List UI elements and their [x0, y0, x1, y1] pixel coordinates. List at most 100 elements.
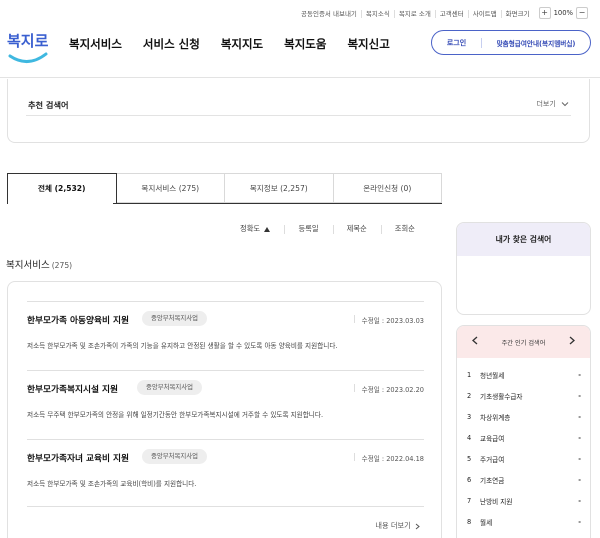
main-nav: 복지서비스 서비스 신청 복지지도 복지도움 복지신고 [69, 36, 411, 52]
result-badge: 중앙부처복지사업 [137, 380, 203, 395]
chevron-down-icon [561, 102, 569, 107]
rank-number: 5 [467, 455, 472, 463]
utility-bar: 공동인증서 내보내기 복지소식 복지로 소개 고객센터 사이트맵 화면크기 + … [292, 6, 588, 20]
utility-link-about[interactable]: 복지로 소개 [393, 8, 431, 18]
recommended-search-panel: 추천 검색어 더보기 [7, 79, 590, 143]
rank-change: - [578, 434, 581, 442]
sort-registered-date[interactable]: 등록일 [284, 224, 319, 234]
rank-change: - [578, 392, 581, 400]
sort-views[interactable]: 조회순 [380, 224, 415, 234]
rank-number: 1 [467, 371, 472, 379]
tab-active-mask [8, 202, 113, 205]
sort-title[interactable]: 제목순 [332, 224, 367, 234]
utility-link-news[interactable]: 복지소식 [360, 8, 390, 18]
rank-number: 2 [467, 392, 472, 400]
popular-search-item[interactable]: 8 월세 - [467, 515, 581, 529]
nav-welfare-help[interactable]: 복지도움 [284, 36, 326, 52]
zoom-out-button[interactable]: − [576, 7, 588, 19]
sort-accuracy-label: 정확도 [240, 224, 261, 233]
result-date: 수정일 : 2023.02.20 [353, 384, 424, 394]
login-button[interactable]: 로그인 [432, 37, 482, 48]
result-badge: 중앙부처복지사업 [142, 311, 208, 326]
rank-change: - [578, 518, 581, 526]
rank-keyword[interactable]: 기초생활수급자 [480, 391, 575, 401]
rank-number: 7 [467, 497, 472, 505]
recommended-divider [26, 115, 571, 116]
section-count: (275) [51, 261, 73, 270]
popular-search-item[interactable]: 1 청년월세 - [467, 368, 581, 382]
rank-keyword[interactable]: 월세 [480, 517, 575, 527]
popular-search-item[interactable]: 5 주거급여 - [467, 452, 581, 466]
result-tabs: 전체 (2,532) 복지서비스 (275) 복지정보 (2,257) 온라인신… [7, 173, 442, 203]
logo-mark: 복지로 [7, 32, 49, 63]
recommended-more-button[interactable]: 더보기 [536, 99, 569, 109]
my-search-panel: 내가 찾은 검색어 [456, 222, 591, 315]
result-badge: 중앙부처복지사업 [142, 449, 208, 464]
chevron-left-icon[interactable] [469, 336, 481, 348]
rank-number: 3 [467, 413, 472, 421]
zoom-value: 100% [553, 9, 573, 17]
zoom-label: 화면크기 [500, 10, 530, 18]
popular-search-panel: 주간 인기 검색어 1 청년월세 - 2 기초생활수급자 - 3 차상위계층 -… [456, 325, 591, 538]
result-title[interactable]: 한부모가족자녀 교육비 지원 [27, 451, 129, 464]
popular-search-item[interactable]: 2 기초생활수급자 - [467, 389, 581, 403]
rank-change: - [578, 497, 581, 505]
rank-keyword[interactable]: 차상위계층 [480, 412, 575, 422]
tab-welfare-info[interactable]: 복지정보 (2,257) [225, 173, 334, 203]
rank-keyword[interactable]: 난방비 지원 [480, 496, 575, 506]
custom-benefit-button[interactable]: 맞춤형급여안내(복지멤버십) [482, 38, 590, 48]
header-action-group: 로그인 맞춤형급여안내(복지멤버십) [431, 30, 591, 55]
popular-search-item[interactable]: 4 교육급여 - [467, 431, 581, 445]
result-description: 저소득 한부모가족 및 조손가족이 가족의 기능을 유지하고 안정된 생활을 할… [27, 342, 338, 350]
my-search-title: 내가 찾은 검색어 [457, 223, 590, 256]
rank-change: - [578, 371, 581, 379]
utility-link-cert-export[interactable]: 공동인증서 내보내기 [301, 8, 357, 18]
rank-number: 8 [467, 518, 472, 526]
rank-change: - [578, 413, 581, 421]
rank-number: 6 [467, 476, 472, 484]
sort-accuracy[interactable]: 정확도 [240, 224, 271, 234]
rank-change: - [578, 476, 581, 484]
result-title[interactable]: 한부모가족 아동양육비 지원 [27, 313, 129, 326]
popular-search-item[interactable]: 3 차상위계층 - [467, 410, 581, 424]
results-more-link[interactable]: 내용 더보기 [375, 521, 420, 531]
recommended-more-label: 더보기 [536, 100, 556, 108]
recommended-search-title: 추천 검색어 [28, 100, 69, 110]
rank-keyword[interactable]: 교육급여 [480, 433, 575, 443]
chevron-right-icon [415, 523, 420, 529]
section-heading: 복지서비스 (275) [6, 257, 72, 271]
tab-all[interactable]: 전체 (2,532) [7, 173, 117, 203]
result-date: 수정일 : 2023.03.03 [353, 315, 424, 325]
result-description: 저소득 한부모가족 및 조손가족의 교육비(학비)를 지원합니다. [27, 480, 197, 488]
results-more-label: 내용 더보기 [375, 521, 411, 530]
rank-keyword[interactable]: 주거급여 [480, 454, 575, 464]
nav-welfare-map[interactable]: 복지지도 [221, 36, 263, 52]
result-title[interactable]: 한부모가족복지시설 지원 [27, 382, 118, 395]
section-title: 복지서비스 [6, 260, 50, 271]
site-logo[interactable]: 복지로 [6, 24, 50, 70]
rank-keyword[interactable]: 청년월세 [480, 370, 575, 380]
sort-up-icon [264, 226, 271, 232]
rank-keyword[interactable]: 기초연금 [480, 475, 575, 485]
utility-link-customer-center[interactable]: 고객센터 [434, 8, 464, 18]
tab-online-apply[interactable]: 온라인신청 (0) [333, 173, 442, 203]
popular-search-header: 주간 인기 검색어 [457, 326, 590, 358]
zoom-in-button[interactable]: + [538, 7, 551, 19]
popular-search-item[interactable]: 7 난방비 지원 - [467, 494, 581, 508]
nav-welfare-report[interactable]: 복지신고 [347, 36, 389, 52]
rank-change: - [578, 455, 581, 463]
logo-text: 복지로 [7, 32, 49, 50]
popular-search-title: 주간 인기 검색어 [501, 339, 546, 347]
zoom-control: + 100% − [538, 7, 588, 19]
rank-number: 4 [467, 434, 472, 442]
chevron-right-icon[interactable] [566, 336, 578, 348]
nav-welfare-service[interactable]: 복지서비스 [69, 36, 122, 52]
popular-search-item[interactable]: 6 기초연금 - [467, 473, 581, 487]
header-divider [0, 77, 600, 78]
utility-link-sitemap[interactable]: 사이트맵 [467, 8, 497, 18]
result-date: 수정일 : 2022.04.18 [353, 453, 424, 463]
nav-service-apply[interactable]: 서비스 신청 [143, 36, 200, 52]
result-description: 저소득 무주택 한부모가족의 안정을 위해 일정기간동안 한부모가족복지시설에 … [27, 411, 324, 419]
tab-welfare-service[interactable]: 복지서비스 (275) [116, 173, 225, 203]
result-list: 한부모가족 아동양육비 지원 중앙부처복지사업 수정일 : 2023.03.03… [7, 281, 442, 538]
